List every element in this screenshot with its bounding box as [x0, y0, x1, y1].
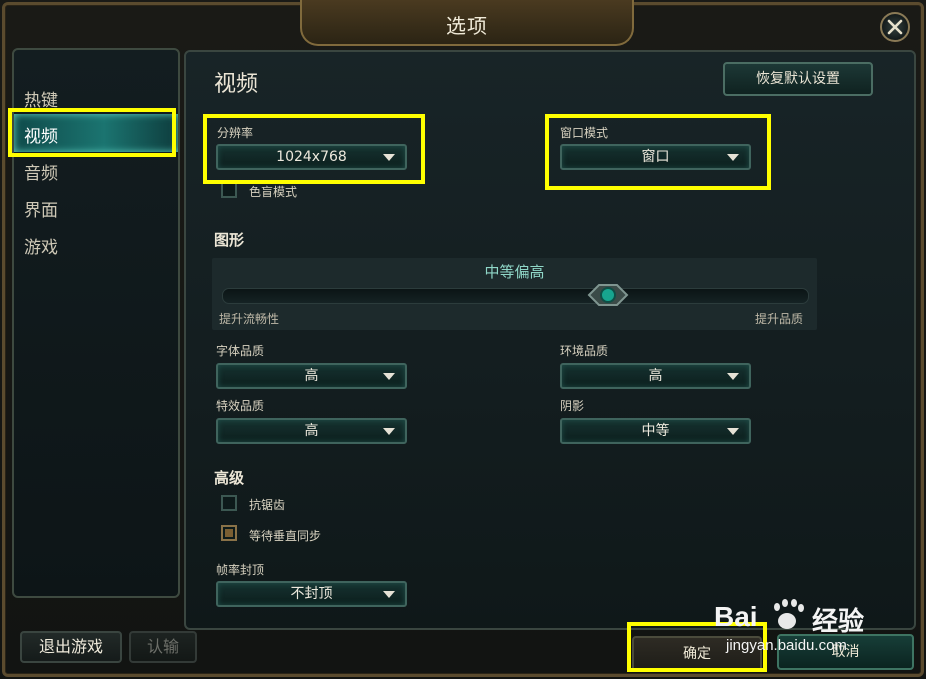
frame-cap-label: 帧率封顶 [216, 563, 265, 577]
close-icon [887, 19, 903, 35]
shadows-dropdown[interactable]: 中等 [560, 418, 751, 444]
environment-quality-value: 高 [648, 368, 663, 384]
graphics-quality-panel: 中等偏高 提升流畅性 提升品质 [212, 258, 817, 330]
character-quality-dropdown[interactable]: 高 [216, 363, 407, 389]
watermark-url: jingyan.baidu.com [726, 637, 847, 654]
effects-quality-dropdown[interactable]: 高 [216, 418, 407, 444]
effects-quality-label: 特效品质 [216, 399, 265, 413]
watermark-brand-right: 经验 [812, 606, 865, 636]
restore-defaults-button[interactable]: 恢复默认设置 [723, 62, 873, 96]
chevron-down-icon [383, 428, 395, 435]
chevron-down-icon [727, 428, 739, 435]
slider-max-label: 提升品质 [754, 312, 803, 326]
highlight-resolution [203, 114, 425, 184]
effects-quality-value: 高 [304, 423, 319, 439]
slider-min-label: 提升流畅性 [219, 312, 280, 326]
chevron-down-icon [727, 373, 739, 380]
sidebar-item-label: 界面 [24, 201, 58, 221]
character-quality-value: 高 [304, 368, 319, 384]
window-title: 选项 [446, 14, 488, 38]
surrender-button[interactable]: 认输 [129, 631, 197, 663]
shadows-label: 阴影 [560, 399, 585, 413]
frame-cap-value: 不封顶 [290, 586, 333, 602]
sidebar-item-interface[interactable]: 界面 [24, 196, 58, 221]
sidebar-item-game[interactable]: 游戏 [24, 233, 58, 258]
environment-quality-label: 环境品质 [560, 344, 609, 358]
baidu-jingyan-watermark: Bai 经验 jingyan.baidu.com [704, 595, 904, 665]
exit-game-button[interactable]: 退出游戏 [20, 631, 122, 663]
vsync-label: 等待垂直同步 [249, 529, 322, 543]
vsync-checkbox[interactable] [221, 525, 237, 541]
slider-thumb[interactable] [587, 279, 629, 311]
advanced-heading: 高级 [214, 469, 245, 487]
graphics-quality-value: 中等偏高 [484, 263, 545, 281]
sidebar-item-label: 音频 [24, 164, 58, 184]
title-bar: 选项 [300, 0, 634, 46]
highlight-sidebar-video [8, 108, 176, 157]
shadows-value: 中等 [641, 423, 670, 439]
environment-quality-dropdown[interactable]: 高 [560, 363, 751, 389]
antialiasing-checkbox[interactable] [221, 495, 237, 511]
highlight-window-mode [545, 114, 771, 190]
chevron-down-icon [383, 591, 395, 598]
page-title: 视频 [214, 72, 259, 97]
graphics-quality-track[interactable] [222, 288, 809, 304]
sidebar-item-audio[interactable]: 音频 [24, 159, 58, 184]
chevron-down-icon [383, 373, 395, 380]
antialiasing-label: 抗锯齿 [249, 498, 286, 512]
colorblind-checkbox[interactable] [221, 182, 237, 198]
frame-cap-dropdown[interactable]: 不封顶 [216, 581, 407, 607]
close-button[interactable] [880, 12, 910, 42]
character-quality-label: 字体品质 [216, 344, 265, 358]
colorblind-label: 色盲模式 [249, 185, 298, 199]
sidebar-item-label: 游戏 [24, 238, 58, 258]
graphics-heading: 图形 [214, 231, 245, 249]
watermark-brand-left: Bai [714, 601, 758, 632]
